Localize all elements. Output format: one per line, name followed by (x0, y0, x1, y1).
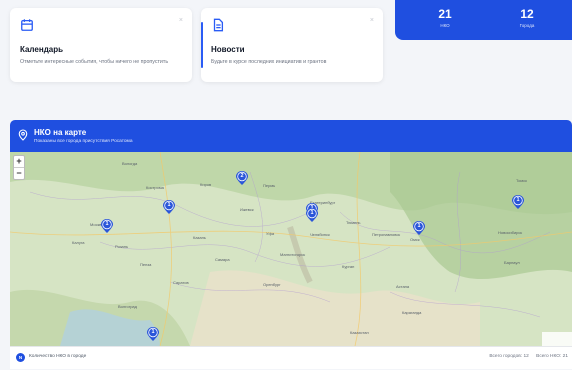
map-marker[interactable]: 2 (236, 171, 248, 185)
map-marker[interactable]: 1 (306, 208, 318, 222)
cities-total: Всего городов: 12 (489, 354, 529, 359)
map-place-label: Вологда (122, 161, 138, 166)
map-background (10, 152, 572, 346)
stat-value: 21 (438, 7, 452, 21)
stats-panel: 21 НКО 12 Города (395, 0, 572, 40)
map-place-label: Волгоград (118, 304, 137, 309)
map-place-label: Пермь (263, 183, 276, 188)
map-subtitle: Показаны все города присутствия Росатома (34, 139, 133, 144)
zoom-control: + − (13, 155, 25, 180)
calendar-icon (21, 19, 33, 31)
close-icon[interactable]: × (370, 17, 374, 24)
stat-cities: 12 Города (497, 7, 557, 28)
stat-label: НКО (440, 23, 450, 28)
map-place-label: Казань (193, 235, 206, 240)
map-marker[interactable]: 1 (512, 195, 524, 209)
map-place-label: Саратов (173, 280, 189, 285)
stat-nko: 21 НКО (415, 7, 475, 28)
news-card[interactable]: × Новости Будьте в курсе последних иници… (201, 8, 383, 82)
stat-value: 12 (520, 7, 534, 21)
map-marker[interactable]: 1 (413, 221, 425, 235)
map-place-label: Уфа (266, 231, 275, 236)
map-place-label: Курган (342, 264, 355, 269)
nko-total: Всего НКО: 21 (536, 354, 568, 359)
map-marker[interactable]: 1 (101, 219, 113, 233)
marker-count: 1 (417, 223, 421, 229)
close-icon[interactable]: × (179, 17, 183, 24)
marker-count: 2 (240, 173, 244, 179)
map-place-label: Челябинск (310, 232, 330, 237)
map-place-label: Тюмень (346, 220, 361, 225)
map-place-label: Караганда (402, 310, 422, 315)
map-place-label: Барнаул (504, 260, 520, 265)
marker-count: 1 (516, 197, 520, 203)
map-footer: N Количество НКО в городе Всего городов:… (10, 346, 572, 369)
map-place-label: Киров (200, 182, 212, 187)
map-place-label: Казахстан (350, 330, 369, 335)
map-marker[interactable]: 1 (163, 200, 175, 214)
zoom-in-button[interactable]: + (14, 156, 24, 167)
map-place-label: Ижевск (240, 207, 254, 212)
zoom-out-button[interactable]: − (14, 167, 24, 179)
legend-badge: N (16, 353, 25, 362)
map-place-label: Магнитогорск (280, 252, 306, 257)
map-place-label: Калуга (72, 240, 85, 245)
totals: Всего городов: 12 Всего НКО: 21 (489, 354, 568, 359)
map-place-label: Омск (410, 237, 420, 242)
marker-count: 1 (105, 221, 109, 227)
marker-count: 1 (310, 210, 314, 216)
map-place-label: Петропавловск (372, 232, 401, 237)
document-icon (213, 18, 224, 32)
map-marker[interactable]: 1 (147, 327, 159, 341)
card-description: Отметьте интересные события, чтобы ничег… (20, 59, 169, 65)
map-place-label: Кострома (146, 185, 164, 190)
stat-label: Города (519, 23, 535, 28)
card-description: Будьте в курсе последних инициатив и гра… (211, 59, 327, 65)
card-title: Новости (211, 45, 245, 54)
map-place-label: Томск (516, 178, 527, 183)
map-place-label: Пенза (140, 262, 152, 267)
legend-text: Количество НКО в городе (29, 354, 87, 359)
map-attribution (542, 332, 572, 346)
map-place-label: Самара (215, 257, 230, 262)
marker-count: 1 (151, 329, 155, 335)
card-accent (201, 22, 203, 68)
card-title: Календарь (20, 45, 64, 54)
map-panel-header: НКО на карте Показаны все города присутс… (10, 120, 572, 152)
map-place-label: Рязань (115, 244, 129, 249)
map-place-label: Новосибирск (498, 230, 523, 235)
map-place-label: Астана (396, 284, 410, 289)
map-place-label: Оренбург (263, 282, 281, 287)
map-view[interactable]: + − Вологда Кострома Пермь Екатеринбург … (10, 152, 572, 346)
calendar-card[interactable]: × Календарь Отметьте интересные события,… (10, 8, 192, 82)
marker-count: 1 (167, 202, 171, 208)
map-title: НКО на карте (34, 128, 87, 137)
location-pin-icon (18, 129, 28, 141)
